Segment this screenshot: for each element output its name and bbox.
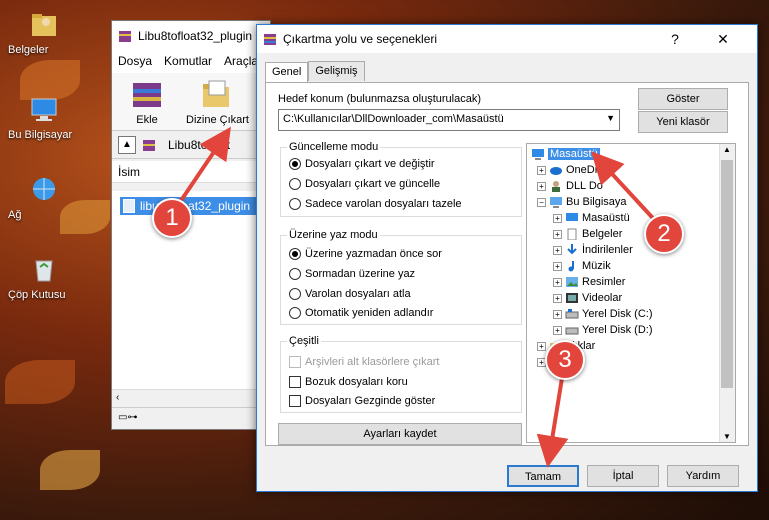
arrow-3 (536, 371, 569, 468)
step-badge-3: 3 (545, 340, 585, 380)
step-badge-2: 2 (644, 214, 684, 254)
arrow-1 (176, 126, 231, 207)
annotation-arrows (176, 126, 664, 468)
step-badge-1: 1 (152, 198, 192, 238)
